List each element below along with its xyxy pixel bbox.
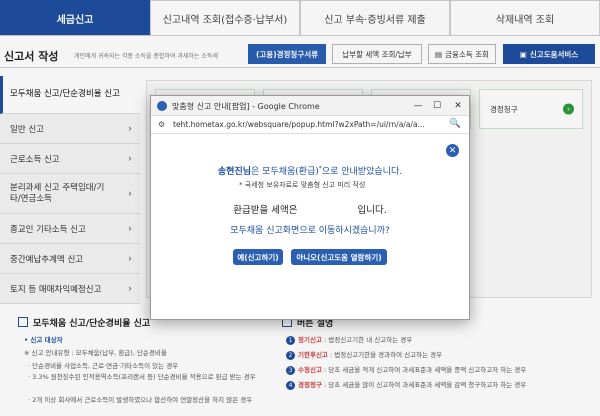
popup-body: ✕ 송현진님은 모두채움(환급)*으로 안내받았습니다. * 국세청 보유자료로… (151, 134, 469, 321)
refund-amount-suffix: 입니다. (357, 205, 387, 216)
yes-file-button[interactable]: 예(신고하기) (233, 249, 283, 265)
popup-titlebar[interactable]: 맞춤형 신고 안내[팝업] - Google Chrome — ☐ ✕ (151, 96, 469, 116)
guidance-message-end: 으로 안내받았습니다. (321, 167, 403, 177)
taxpayer-name: 송현진님 (217, 167, 252, 177)
confirm-question: 모두채움 신고화면으로 이동하시겠습니까? (230, 226, 390, 236)
refund-amount-label: 환급받을 세액은 (233, 205, 298, 216)
popup-window-title: 맞춤형 신고 안내[팝업] - Google Chrome (172, 102, 320, 111)
no-view-help-button[interactable]: 아니오(신고도움 열람하기) (291, 249, 387, 265)
guidance-popup-window: 맞춤형 신고 안내[팝업] - Google Chrome — ☐ ✕ ⚙ te… (150, 95, 470, 320)
guidance-message-type: 은 모두채움(환급) (251, 167, 319, 177)
hometax-favicon-icon (157, 101, 167, 111)
popup-url: teht.hometax.go.kr/websquare/popup.html?… (173, 120, 425, 129)
zoom-icon[interactable]: 🔍 (450, 119, 461, 129)
maximize-icon[interactable]: ☐ (430, 99, 444, 113)
popup-address-bar[interactable]: ⚙ teht.hometax.go.kr/websquare/popup.htm… (151, 116, 469, 134)
minimize-icon[interactable]: — (411, 99, 425, 113)
guidance-message: 송현진님은 모두채움(환급)*으로 안내받았습니다. (217, 165, 403, 177)
site-info-icon[interactable]: ⚙ (158, 120, 168, 130)
refund-amount-row: 환급받을 세액은 입니다. (151, 202, 469, 216)
close-icon[interactable]: ✕ (451, 99, 465, 113)
guidance-footnote: * 국세청 보유자료로 맞춤형 신고 미리 작성 (239, 181, 366, 189)
close-popup-icon[interactable]: ✕ (446, 144, 459, 157)
